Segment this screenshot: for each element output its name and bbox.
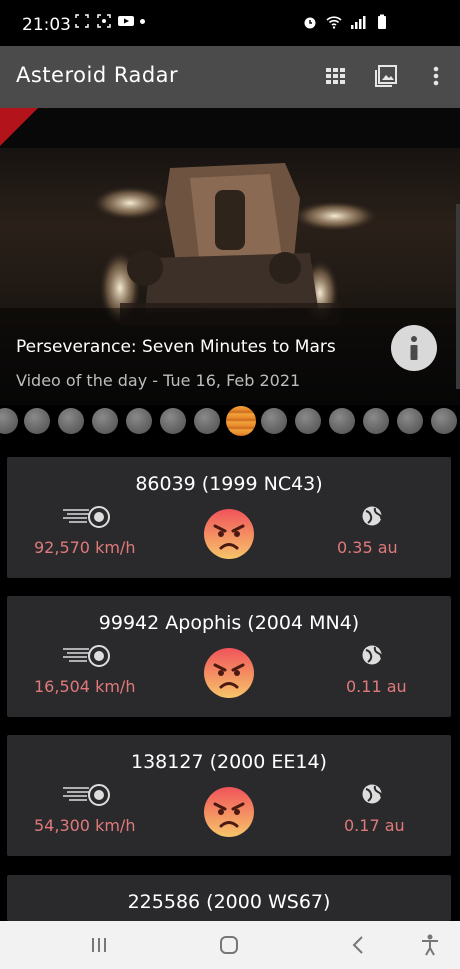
status-bar: 21:03: [0, 0, 460, 46]
app-title: Asteroid Radar: [16, 63, 179, 87]
asteroid-name: 138127 (2000 EE14): [131, 751, 327, 773]
carousel-dot[interactable]: [92, 408, 118, 434]
recent-apps-button[interactable]: [87, 933, 111, 957]
back-button[interactable]: [346, 933, 370, 957]
accessibility-button[interactable]: [418, 933, 442, 957]
carousel-dot[interactable]: [24, 408, 50, 434]
asteroid-distance: 0.17 au: [344, 816, 405, 835]
globe-icon: [362, 784, 383, 804]
asteroid-speed: 54,300 km/h: [34, 816, 136, 835]
screenshot-icon: [75, 14, 89, 28]
angry-face-icon: [204, 648, 254, 698]
info-button[interactable]: [391, 325, 437, 371]
carousel-dot[interactable]: [397, 408, 423, 434]
gallery-button[interactable]: [374, 64, 398, 88]
rover-descent-image: [0, 108, 460, 405]
asteroid-distance: 0.11 au: [346, 677, 407, 696]
video-of-the-day-banner[interactable]: Perseverance: Seven Minutes to Mars Vide…: [0, 108, 460, 405]
home-button[interactable]: [217, 933, 241, 957]
app-bar: Asteroid Radar: [0, 46, 460, 108]
carousel-dot[interactable]: [160, 408, 186, 434]
carousel-dot[interactable]: [126, 408, 152, 434]
signal-icon: [351, 16, 366, 29]
asteroid-card[interactable]: 99942 Apophis (2004 MN4) 16,504 km/h 0.1…: [7, 596, 451, 717]
back-icon: [352, 936, 363, 954]
globe-icon: [362, 506, 383, 526]
carousel-dot[interactable]: [431, 408, 457, 434]
asteroid-speed: 16,504 km/h: [34, 677, 136, 696]
image-carousel-indicator: [0, 405, 460, 439]
asteroid-card[interactable]: 225586 (2000 WS67): [7, 875, 451, 921]
scan-icon: [97, 14, 111, 28]
carousel-dot[interactable]: [194, 408, 220, 434]
angry-face-icon: [204, 509, 254, 559]
home-icon: [220, 936, 238, 954]
asteroid-distance: 0.35 au: [337, 538, 398, 557]
asteroid-speed: 92,570 km/h: [34, 538, 136, 557]
carousel-dot-active[interactable]: [226, 406, 256, 436]
comet-icon: [63, 784, 110, 806]
recent-apps-icon: [92, 938, 106, 952]
more-vert-icon: [433, 66, 439, 86]
carousel-dot[interactable]: [295, 408, 321, 434]
video-subtitle: Video of the day - Tue 16, Feb 2021: [16, 371, 301, 390]
status-time: 21:03: [22, 15, 71, 35]
carousel-dot[interactable]: [0, 408, 18, 434]
carousel-dot[interactable]: [363, 408, 389, 434]
gallery-icon: [375, 65, 397, 87]
overflow-menu-button[interactable]: [424, 64, 448, 88]
wifi-icon: [326, 16, 342, 29]
notification-dot-icon: [140, 18, 145, 24]
youtube-icon: [118, 16, 134, 26]
globe-icon: [362, 645, 383, 665]
asteroid-card[interactable]: 86039 (1999 NC43) 92,570 km/h 0.35 au: [7, 457, 451, 578]
alarm-icon: [304, 17, 316, 29]
asteroid-name: 225586 (2000 WS67): [127, 891, 331, 913]
comet-icon: [63, 645, 110, 667]
carousel-dot[interactable]: [329, 408, 355, 434]
video-title: Perseverance: Seven Minutes to Mars: [16, 337, 336, 357]
carousel-dot[interactable]: [261, 408, 287, 434]
asteroid-card[interactable]: 138127 (2000 EE14) 54,300 km/h 0.17 au: [7, 735, 451, 856]
hero-corner-accent: [0, 108, 38, 146]
carousel-dot[interactable]: [58, 408, 84, 434]
accessibility-icon: [422, 934, 438, 956]
info-icon: [410, 336, 418, 360]
battery-icon: [378, 14, 386, 29]
angry-face-icon: [204, 787, 254, 837]
asteroid-name: 99942 Apophis (2004 MN4): [98, 612, 360, 634]
system-navigation-bar: [0, 921, 460, 969]
hero-scrollbar: [456, 204, 460, 389]
asteroid-name: 86039 (1999 NC43): [135, 473, 323, 495]
comet-icon: [63, 506, 110, 528]
grid-view-button[interactable]: [324, 64, 348, 88]
grid-icon: [326, 68, 345, 84]
